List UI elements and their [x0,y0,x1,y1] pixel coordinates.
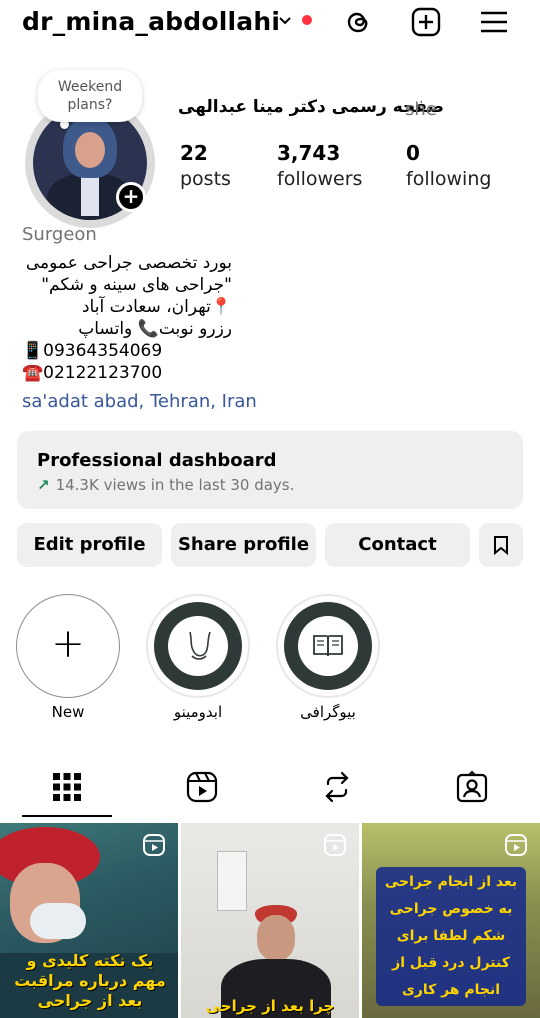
reel-icon [324,834,346,856]
bio-line: بورد تخصصی جراحی عمومی [25,253,232,273]
pronoun: she [405,99,437,120]
note-bubble[interactable]: Weekend plans? [38,70,142,122]
create-icon[interactable] [410,6,442,38]
username[interactable]: dr_mina_abdollahi [22,7,280,36]
bio-line: 📍تهران، سعادت آباد [81,297,232,317]
highlight-biography[interactable] [276,594,380,698]
highlight-label: ابدومینو [173,703,223,721]
stat-label: posts [180,168,231,190]
highlight-label: بیوگرافی [300,703,356,721]
notification-dot [302,15,312,25]
post-thumbnail[interactable]: یک نکته کلیدی و مهم درباره مراقبت بعد از… [0,823,178,1018]
bio-phone[interactable]: ☎️02122123700 [22,362,242,384]
torso-icon [189,631,211,660]
stat-posts[interactable]: 22 posts [180,140,231,192]
tagged-tab-icon[interactable] [455,770,489,804]
professional-dashboard[interactable]: Professional dashboard ↗ 14.3K views in t… [17,431,523,509]
post-caption: چرا بعد از جراحی هنوز [205,997,335,1018]
highlight-abdominoplasty[interactable] [146,594,250,698]
plus-icon: + [51,621,85,668]
chevron-down-icon[interactable] [278,15,292,27]
location-link[interactable]: sa'adat abad, Tehran, Iran [22,391,257,412]
share-profile-button[interactable]: Share profile [171,523,316,567]
reel-icon [143,834,165,856]
bio: بورد تخصصی جراحی عمومی "جراحی های سینه و… [22,252,242,384]
post-thumbnail[interactable]: بعد از انجام جراحی به خصوص جراحی شکم لطف… [362,823,540,1018]
category-label: Surgeon [22,224,97,245]
stat-value: 0 [406,141,420,165]
top-bar: dr_mina_abdollahi [0,0,540,46]
stat-value: 22 [180,141,208,165]
new-highlight-button[interactable]: + [16,594,120,698]
trend-up-icon: ↗ [37,476,50,494]
threads-icon[interactable] [342,6,374,38]
dashboard-subtitle: ↗ 14.3K views in the last 30 days. [37,476,294,494]
add-story-icon[interactable]: + [116,182,146,212]
stat-label: following [406,168,492,190]
stat-value: 3,743 [277,141,341,165]
menu-icon[interactable] [478,6,510,38]
post-caption: بعد از انجام جراحی به خصوص جراحی شکم لطف… [376,867,526,1006]
contact-button[interactable]: Contact [325,523,470,567]
stat-label: followers [277,168,363,190]
bio-line: رزرو نوبت📞 واتساپ [78,319,232,339]
dashboard-views: 14.3K views in the last 30 days. [55,476,295,494]
post-caption: یک نکته کلیدی و مهم درباره مراقبت بعد از… [14,951,166,1010]
highlight-label: New [51,703,85,721]
reels-tab-icon[interactable] [185,770,219,804]
bio-phone[interactable]: 📱09364354069 [22,340,242,362]
bookmark-icon [494,536,508,556]
edit-profile-button[interactable]: Edit profile [17,523,162,567]
grid-tab-icon[interactable] [50,770,84,804]
reposts-tab-icon[interactable] [320,770,354,804]
bio-line: "جراحی های سینه و شکم" [41,275,232,295]
post-thumbnail[interactable]: چرا بعد از جراحی هنوز [181,823,359,1018]
book-icon [313,635,343,657]
dashboard-title: Professional dashboard [37,450,277,471]
reel-icon [505,834,527,856]
active-tab-indicator [22,815,112,817]
saved-button[interactable] [479,523,523,567]
stat-following[interactable]: 0 following [406,140,491,192]
stat-followers[interactable]: 3,743 followers [277,140,362,192]
